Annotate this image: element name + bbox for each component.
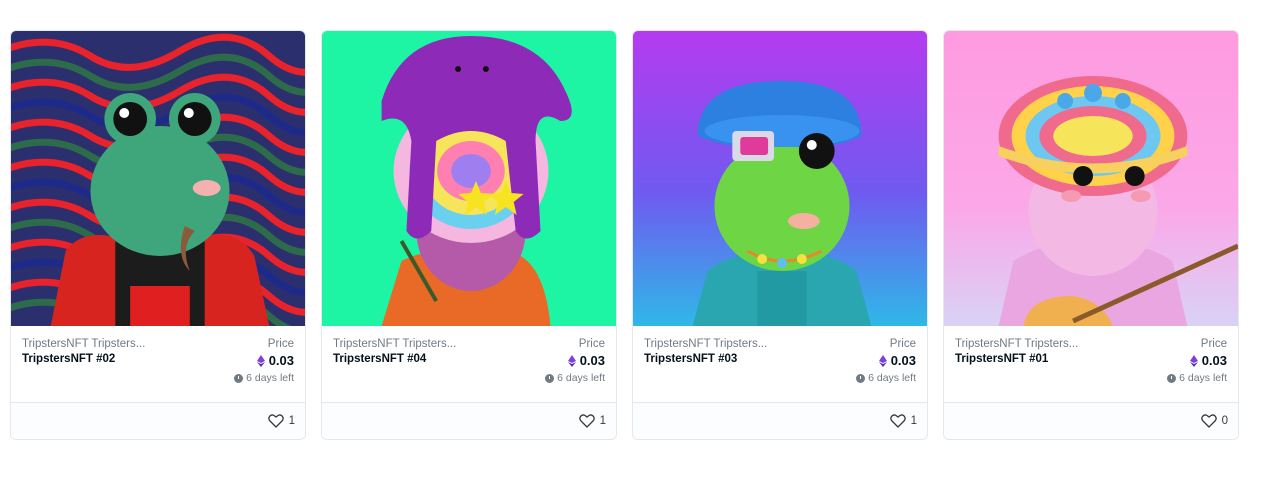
ethereum-icon — [256, 354, 265, 367]
time-left: 6 days left — [545, 372, 605, 384]
like-count: 1 — [910, 415, 917, 427]
heart-icon — [1200, 414, 1217, 428]
price-block: Price 0.03 6 days left — [1167, 338, 1227, 384]
nft-card[interactable]: TripstersNFT Tripsters... TripstersNFT #… — [632, 30, 928, 440]
time-left-text: 6 days left — [246, 372, 294, 384]
time-left-text: 6 days left — [1179, 372, 1227, 384]
price-label: Price — [578, 338, 605, 350]
like-count: 1 — [288, 415, 295, 427]
favorite-button[interactable]: 1 — [889, 414, 917, 428]
nft-image[interactable] — [11, 31, 305, 326]
price-amount: 0.03 — [268, 353, 294, 368]
heart-icon — [889, 414, 906, 428]
price-block: Price 0.03 6 days left — [234, 338, 294, 384]
clock-icon — [545, 373, 555, 383]
collection-name[interactable]: TripstersNFT Tripsters... — [22, 338, 152, 350]
clock-icon — [1167, 373, 1177, 383]
card-info: TripstersNFT Tripsters... TripstersNFT #… — [11, 326, 305, 404]
heart-icon — [578, 414, 595, 428]
price-label: Price — [889, 338, 916, 350]
card-info: TripstersNFT Tripsters... TripstersNFT #… — [633, 326, 927, 404]
card-info: TripstersNFT Tripsters... TripstersNFT #… — [322, 326, 616, 404]
nft-image[interactable] — [322, 31, 616, 326]
favorite-button[interactable]: 1 — [578, 414, 606, 428]
ethereum-icon — [878, 354, 887, 367]
nft-image[interactable] — [944, 31, 1238, 326]
card-info: TripstersNFT Tripsters... TripstersNFT #… — [944, 326, 1238, 404]
time-left: 6 days left — [856, 372, 916, 384]
price-value: 0.03 — [856, 353, 916, 368]
price-block: Price 0.03 6 days left — [545, 338, 605, 384]
nft-card[interactable]: TripstersNFT Tripsters... TripstersNFT #… — [10, 30, 306, 440]
ethereum-icon — [1189, 354, 1198, 367]
nft-card[interactable]: TripstersNFT Tripsters... TripstersNFT #… — [321, 30, 617, 440]
nft-grid: TripstersNFT Tripsters... TripstersNFT #… — [10, 30, 1239, 440]
card-footer: 1 — [11, 402, 305, 439]
price-value: 0.03 — [545, 353, 605, 368]
favorite-button[interactable]: 0 — [1200, 414, 1228, 428]
clock-icon — [856, 373, 866, 383]
collection-name[interactable]: TripstersNFT Tripsters... — [644, 338, 774, 350]
nft-card[interactable]: TripstersNFT Tripsters... TripstersNFT #… — [943, 30, 1239, 440]
clock-icon — [234, 373, 244, 383]
favorite-button[interactable]: 1 — [267, 414, 295, 428]
heart-icon — [267, 414, 284, 428]
collection-name[interactable]: TripstersNFT Tripsters... — [955, 338, 1085, 350]
card-footer: 0 — [944, 402, 1238, 439]
nft-image[interactable] — [633, 31, 927, 326]
collection-name[interactable]: TripstersNFT Tripsters... — [333, 338, 463, 350]
price-value: 0.03 — [234, 353, 294, 368]
price-amount: 0.03 — [1201, 353, 1227, 368]
card-footer: 1 — [633, 402, 927, 439]
time-left-text: 6 days left — [557, 372, 605, 384]
time-left: 6 days left — [234, 372, 294, 384]
price-value: 0.03 — [1167, 353, 1227, 368]
price-label: Price — [267, 338, 294, 350]
time-left: 6 days left — [1167, 372, 1227, 384]
ethereum-icon — [567, 354, 576, 367]
card-footer: 1 — [322, 402, 616, 439]
time-left-text: 6 days left — [868, 372, 916, 384]
like-count: 1 — [599, 415, 606, 427]
like-count: 0 — [1221, 415, 1228, 427]
price-label: Price — [1200, 338, 1227, 350]
price-block: Price 0.03 6 days left — [856, 338, 916, 384]
price-amount: 0.03 — [579, 353, 605, 368]
price-amount: 0.03 — [890, 353, 916, 368]
